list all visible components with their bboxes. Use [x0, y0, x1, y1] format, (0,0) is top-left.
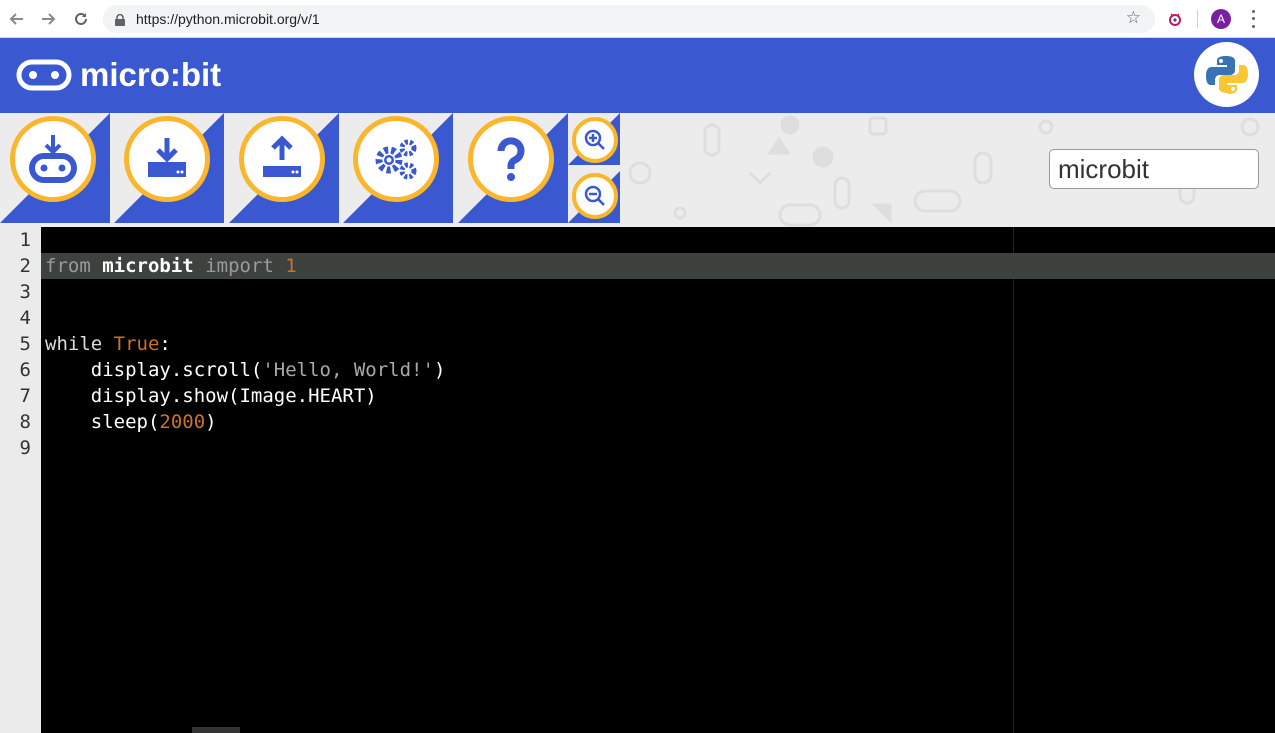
forward-icon[interactable] — [38, 9, 58, 29]
save-circle — [124, 116, 210, 202]
line-number: 9 — [19, 437, 31, 459]
code-line[interactable]: 3 — [0, 279, 1275, 305]
code-line[interactable]: 5 while True: — [0, 331, 1275, 357]
extension-icon[interactable] — [1166, 10, 1184, 28]
string-token: 'Hello, World!' — [262, 359, 434, 381]
snippets-circle — [353, 116, 439, 202]
zoom-out-icon — [584, 185, 605, 206]
keyword-token: import — [205, 255, 274, 277]
number-token: 2000 — [159, 411, 206, 433]
code-text: while True: — [45, 331, 171, 357]
code-line[interactable]: 4 — [0, 305, 1275, 331]
microbit-logo-icon — [16, 59, 72, 91]
code-editor[interactable]: 1 2 from microbit import 1 3 4 5 while T… — [0, 227, 1275, 733]
line-number: 6 — [19, 359, 31, 381]
keyword-token: while — [45, 333, 103, 355]
code-text: display.scroll('Hello, World!') — [45, 357, 446, 383]
save-label: Save — [152, 207, 181, 221]
download-label: Download — [25, 207, 80, 221]
load-button[interactable]: Load — [229, 113, 343, 227]
question-mark-icon — [497, 137, 525, 181]
save-button[interactable]: Save — [114, 113, 228, 227]
app-header: micro:bit — [0, 38, 1275, 113]
line-number: 5 — [19, 333, 31, 355]
microbit-logo: micro:bit — [16, 56, 221, 94]
zoom-in-button[interactable] — [572, 117, 618, 163]
snippets-button[interactable]: Snippets — [343, 113, 457, 227]
gears-icon — [375, 139, 417, 180]
call-token: display.scroll( — [45, 359, 263, 381]
module-token: microbit — [102, 255, 194, 277]
help-circle — [468, 116, 554, 202]
horizontal-scrollbar[interactable] — [192, 727, 240, 733]
zoom-out-button[interactable] — [572, 173, 618, 219]
reload-icon[interactable] — [71, 9, 91, 29]
back-icon[interactable] — [7, 9, 27, 29]
download-circle — [10, 116, 96, 202]
url-text: https://python.microbit.org/v/1 — [136, 11, 320, 27]
punctuation-token: ) — [205, 411, 217, 433]
load-circle — [239, 116, 325, 202]
line-number: 4 — [19, 307, 31, 329]
help-label: Help — [498, 207, 523, 221]
code-line[interactable]: 7 display.show(Image.HEART) — [0, 383, 1275, 409]
constant-token: True — [113, 333, 160, 355]
address-bar[interactable]: https://python.microbit.org/v/1 ☆ — [103, 5, 1155, 33]
profile-avatar[interactable]: A — [1211, 9, 1231, 29]
code-line[interactable]: 1 — [0, 227, 1275, 253]
toolbar-divider — [1197, 10, 1198, 28]
punctuation-token: ) — [433, 359, 446, 381]
code-line[interactable]: 2 from microbit import 1 — [0, 253, 1275, 279]
script-name-input[interactable] — [1049, 149, 1259, 189]
download-microbit-icon — [29, 135, 77, 183]
number-token: 1 — [285, 255, 297, 277]
save-icon — [148, 138, 186, 177]
line-number: 7 — [19, 385, 31, 407]
keyword-token: from — [45, 255, 91, 277]
zoom-out-circle — [572, 173, 618, 219]
line-number: 3 — [19, 281, 31, 303]
code-text: sleep(2000) — [45, 409, 217, 435]
editor-toolbar: Download Save Load Snippets Help microbi… — [0, 113, 1275, 227]
code-line[interactable]: 9 — [0, 435, 1275, 461]
call-token: sleep( — [45, 411, 160, 433]
download-button[interactable]: Download — [0, 113, 114, 227]
punctuation-token: : — [159, 333, 171, 355]
load-icon — [263, 135, 301, 177]
line-number: 2 — [19, 255, 31, 277]
browser-toolbar: https://python.microbit.org/v/1 ☆ A — [0, 0, 1275, 38]
code-text: display.show(Image.HEART) — [45, 385, 377, 407]
snippets-label: Snippets — [372, 207, 419, 221]
browser-menu-icon[interactable] — [1245, 8, 1261, 30]
python-logo-icon — [1194, 42, 1259, 107]
bookmark-star-icon[interactable]: ☆ — [1126, 8, 1141, 28]
load-label: Load — [268, 207, 295, 221]
code-line[interactable]: 6 display.scroll('Hello, World!') — [0, 357, 1275, 383]
logo-text: micro:bit — [80, 56, 222, 93]
line-number: 1 — [19, 229, 31, 251]
lock-icon — [115, 13, 125, 31]
code-text: from microbit import 1 — [45, 253, 297, 279]
zoom-in-circle — [572, 117, 618, 163]
code-line[interactable]: 8 sleep(2000) — [0, 409, 1275, 435]
line-number: 8 — [19, 411, 31, 433]
help-button[interactable]: Help — [458, 113, 572, 227]
zoom-in-icon — [584, 129, 605, 150]
